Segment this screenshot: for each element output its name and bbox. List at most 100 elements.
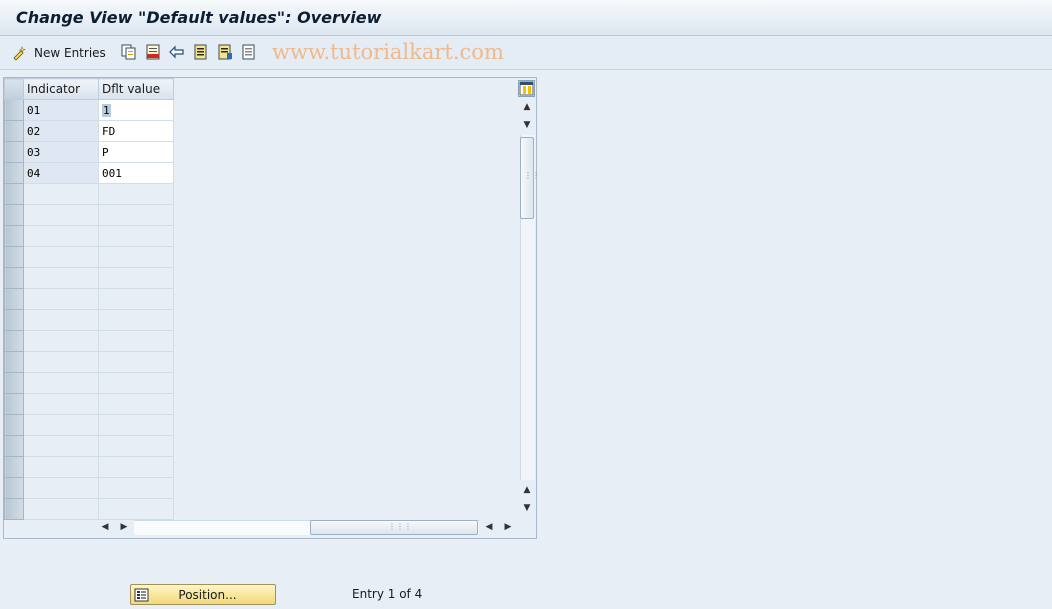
entry-count-text: Entry 1 of 4 [352,587,423,601]
column-header-indicator[interactable]: Indicator [23,78,99,100]
empty-cell [23,288,99,310]
row-selector[interactable] [4,288,24,310]
empty-table-row [4,435,174,457]
table-header-row: Indicator Dflt value [4,78,174,100]
default-value-field[interactable]: FD [98,120,174,142]
indicator-cell: 02 [23,120,99,142]
row-selector[interactable] [4,372,24,394]
empty-table-row [4,225,174,247]
row-selector[interactable] [4,204,24,226]
scroll-up-page-button[interactable]: ▲ [520,100,534,114]
scroll-right-button-end[interactable]: ▶ [501,520,515,534]
empty-cell [98,309,174,331]
empty-cell [23,246,99,268]
default-value-text: FD [102,124,116,138]
row-selector[interactable] [4,351,24,373]
table-row: 03 P [4,141,174,163]
empty-cell [23,330,99,352]
empty-cell [98,393,174,415]
default-value-text: 001 [102,166,122,180]
position-button-label: Position... [178,587,237,602]
row-selector[interactable] [4,99,24,121]
row-selector[interactable] [4,162,24,184]
triangle-down-icon: ▼ [523,120,531,130]
empty-table-row [4,204,174,226]
row-selector[interactable] [4,393,24,415]
scroll-down-line-button[interactable]: ▼ [520,118,534,132]
deselect-all-icon[interactable] [241,44,257,60]
row-selector[interactable] [4,414,24,436]
grip-icon: ⋮⋮ [524,171,540,180]
row-selector[interactable] [4,309,24,331]
empty-table-row [4,267,174,289]
empty-table-row [4,351,174,373]
default-value-field[interactable]: 001 [98,162,174,184]
table-row: 02 FD [4,120,174,142]
empty-cell [98,246,174,268]
empty-cell [98,498,174,520]
empty-cell [98,414,174,436]
empty-cell [23,225,99,247]
empty-cell [98,267,174,289]
row-selector[interactable] [4,141,24,163]
empty-cell [98,372,174,394]
new-entries-button[interactable]: New Entries [12,43,106,63]
empty-table-row [4,414,174,436]
empty-cell [23,477,99,499]
row-selector[interactable] [4,183,24,205]
empty-cell [98,288,174,310]
empty-cell [98,456,174,478]
select-block-icon[interactable] [217,44,233,60]
default-value-field[interactable]: P [98,141,174,163]
empty-table-row [4,246,174,268]
scroll-up-line-button[interactable]: ▲ [520,483,534,497]
empty-cell [23,414,99,436]
row-selector[interactable] [4,477,24,499]
empty-cell [23,183,99,205]
row-selector[interactable] [4,225,24,247]
title-bar: Change View "Default values": Overview [0,0,1052,36]
row-selector[interactable] [4,435,24,457]
empty-cell [23,267,99,289]
column-header-default-value[interactable]: Dflt value [98,78,174,100]
default-value-field[interactable]: 1 [98,99,174,121]
table-settings-button[interactable] [518,80,535,97]
empty-table-row [4,477,174,499]
row-selector[interactable] [4,330,24,352]
empty-table-row [4,183,174,205]
new-entries-icon [13,46,27,61]
empty-cell [98,204,174,226]
undo-change-icon[interactable] [169,44,185,60]
empty-cell [23,393,99,415]
application-toolbar: New Entries [0,37,1052,70]
delete-icon[interactable] [145,44,161,60]
select-all-icon[interactable] [193,44,209,60]
position-button[interactable]: Position... [130,584,276,605]
empty-cell [98,435,174,457]
empty-cell [98,225,174,247]
page-title: Change View "Default values": Overview [16,8,382,27]
empty-cell [23,435,99,457]
empty-cell [98,330,174,352]
row-selector[interactable] [4,498,24,520]
select-all-rows-corner[interactable] [4,78,24,100]
empty-cell [23,351,99,373]
empty-cell [23,309,99,331]
indicator-cell: 04 [23,162,99,184]
copy-icon[interactable] [121,44,137,60]
empty-table-row [4,330,174,352]
triangle-right-icon: ▶ [120,522,128,532]
scroll-down-page-button[interactable]: ▼ [520,501,534,515]
empty-cell [23,372,99,394]
indicator-cell: 03 [23,141,99,163]
row-selector[interactable] [4,456,24,478]
row-selector[interactable] [4,120,24,142]
row-selector[interactable] [4,246,24,268]
row-selector[interactable] [4,267,24,289]
position-icon [134,588,149,601]
scroll-left-button[interactable]: ◀ [98,520,112,534]
scroll-right-button[interactable]: ▶ [117,520,131,534]
indicator-cell: 01 [23,99,99,121]
empty-cell [98,351,174,373]
scroll-left-button-end[interactable]: ◀ [482,520,496,534]
